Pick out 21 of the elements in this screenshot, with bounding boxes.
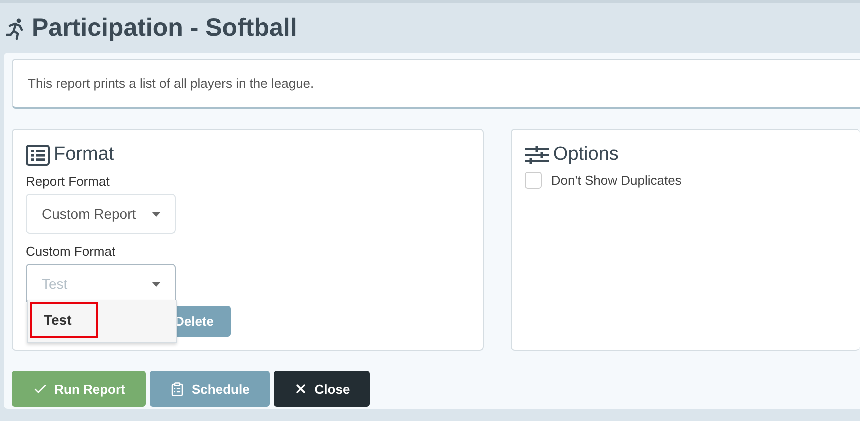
close-icon — [294, 382, 308, 396]
list-icon — [26, 144, 50, 166]
caret-icon — [152, 282, 161, 286]
select-field[interactable]: Custom Report — [26, 194, 176, 234]
field-label: Report Format — [26, 174, 111, 189]
checkbox-label: Don't Show Duplicates — [551, 173, 682, 188]
checkbox[interactable] — [525, 172, 542, 189]
close-button[interactable]: Close — [274, 371, 370, 407]
dropdown-option[interactable]: Test — [30, 302, 98, 338]
card-title: Options — [553, 144, 619, 166]
schedule-button[interactable]: Schedule — [150, 371, 270, 407]
clipboard-icon — [170, 382, 185, 396]
run-report-button[interactable]: Run Report — [12, 371, 146, 407]
description-text: This report prints a list of all players in the league. — [12, 59, 860, 109]
card-title: Format — [54, 144, 114, 166]
runner-icon — [6, 18, 26, 40]
select-field[interactable]: Test — [26, 264, 176, 304]
page-title: Participation - Softball — [32, 14, 298, 43]
caret-icon — [152, 212, 161, 216]
field-label: Custom Format — [26, 244, 117, 259]
sliders-icon — [525, 145, 550, 165]
